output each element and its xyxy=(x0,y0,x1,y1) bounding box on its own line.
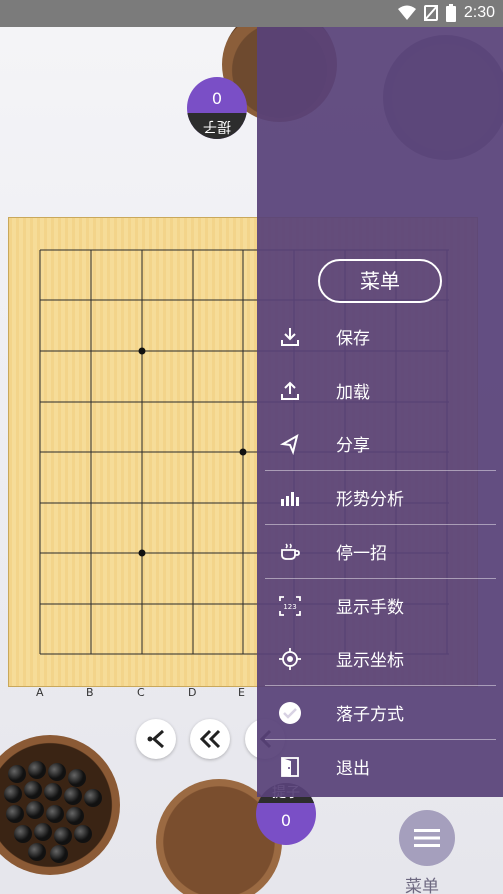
svg-text:123: 123 xyxy=(283,603,296,611)
menu-item-label: 显示坐标 xyxy=(336,651,404,671)
wifi-icon xyxy=(397,5,416,20)
status-bar: 2:30 xyxy=(0,0,503,27)
column-label: C xyxy=(137,686,145,699)
star-point xyxy=(239,448,247,456)
menu-item-label: 分享 xyxy=(336,436,370,456)
menu-fab-label: 菜单 xyxy=(405,877,439,894)
battery-icon xyxy=(445,4,456,22)
menu-item-label: 保存 xyxy=(336,329,370,349)
menu-item-show-move-numbers[interactable]: 123 显示手数 xyxy=(265,579,496,632)
menu-item-label: 落子方式 xyxy=(336,705,404,725)
status-time: 2:30 xyxy=(463,4,495,21)
black-stone-bowl[interactable] xyxy=(0,735,120,875)
star-point xyxy=(138,347,146,355)
column-label: E xyxy=(238,686,245,699)
bottom-capture-count: 0 xyxy=(280,811,292,830)
menu-item-label: 退出 xyxy=(336,759,370,779)
check-circle-icon xyxy=(277,700,303,726)
menu-item-save[interactable]: 保存 xyxy=(265,310,496,363)
coffee-cup-icon xyxy=(277,539,303,565)
no-sim-icon xyxy=(423,5,438,21)
menu-item-label: 形势分析 xyxy=(336,490,404,510)
column-label: B xyxy=(86,686,94,699)
back-many-button[interactable] xyxy=(190,719,230,759)
top-capture-count: 0 xyxy=(211,89,223,108)
menu-item-share[interactable]: 分享 xyxy=(265,417,496,470)
status-icons: 2:30 xyxy=(397,4,495,22)
first-move-button[interactable] xyxy=(136,719,176,759)
column-label: D xyxy=(188,686,197,699)
download-icon xyxy=(277,324,303,350)
crosshair-icon xyxy=(277,646,303,672)
menu-item-load[interactable]: 加载 xyxy=(265,364,496,417)
menu-item-label: 加载 xyxy=(336,383,370,403)
hamburger-icon xyxy=(414,829,440,847)
menu-item-placement-mode[interactable]: 落子方式 xyxy=(265,686,496,739)
menu-item-label: 停一招 xyxy=(336,544,387,564)
top-capture-label: 提子 xyxy=(187,113,247,139)
bar-chart-icon xyxy=(277,485,303,511)
menu-item-exit[interactable]: 退出 xyxy=(265,740,496,793)
menu-item-analysis[interactable]: 形势分析 xyxy=(265,471,496,524)
menu-item-show-coordinates[interactable]: 显示坐标 xyxy=(265,632,496,685)
menu-drawer: 菜单 保存 加载 分享 形势分析 停一招 123 显示手数 显示坐标 落子方式 … xyxy=(257,27,503,797)
top-capture-badge: 0 提子 xyxy=(187,77,247,139)
exit-door-icon xyxy=(277,754,303,780)
column-label: A xyxy=(36,686,44,699)
numbers-icon: 123 xyxy=(277,593,303,619)
menu-fab-button[interactable] xyxy=(399,810,455,866)
menu-item-pass[interactable]: 停一招 xyxy=(265,525,496,578)
double-chevron-left-icon xyxy=(199,729,221,749)
star-point xyxy=(138,549,146,557)
share-icon xyxy=(277,431,303,457)
upload-icon xyxy=(277,378,303,404)
menu-item-label: 显示手数 xyxy=(336,598,404,618)
drawer-title: 菜单 xyxy=(318,259,442,303)
jump-start-icon xyxy=(147,729,164,749)
